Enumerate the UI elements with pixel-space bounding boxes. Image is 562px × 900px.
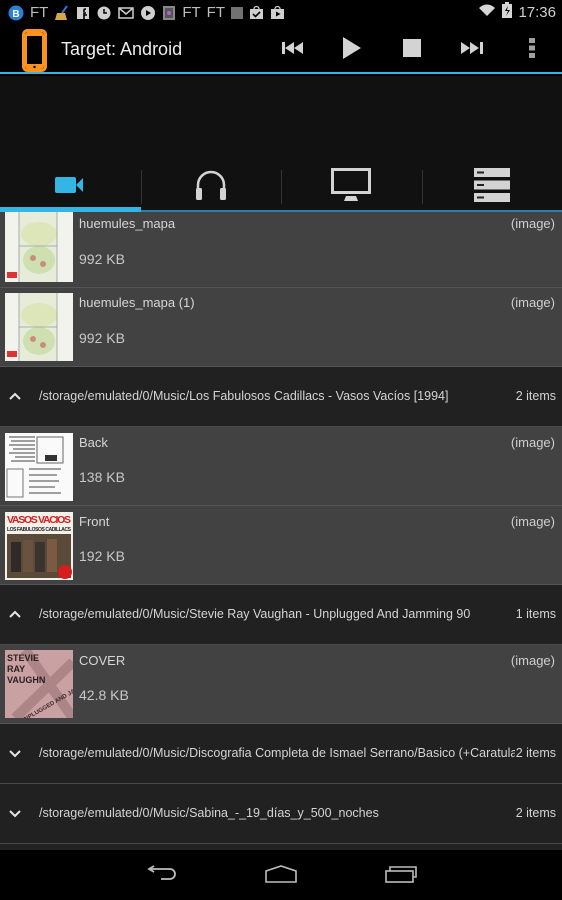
previous-button[interactable]: [275, 33, 311, 67]
folder-path: /storage/emulated/0/Music/Discografia Co…: [39, 746, 530, 760]
tab-storage[interactable]: [421, 164, 562, 212]
safe-icon: [162, 5, 176, 21]
folder-path: /storage/emulated/0/Music/Sabina_-_19_dí…: [39, 806, 379, 820]
item-name: COVER: [79, 653, 126, 668]
item-name: Back: [79, 435, 108, 450]
map-thumbnail: [5, 212, 73, 282]
barcode-icon: [231, 5, 243, 21]
tab-audio[interactable]: [140, 164, 281, 212]
overflow-menu-button[interactable]: [514, 33, 550, 67]
stop-button[interactable]: [394, 33, 430, 67]
server-storage-icon: [473, 167, 510, 207]
back-arrow-icon: [145, 864, 177, 888]
target-title[interactable]: Target: Android: [61, 39, 182, 60]
player-area: [0, 76, 562, 164]
album-title-text: VASOS VACIOS: [7, 514, 71, 526]
chevron-down-icon[interactable]: [8, 806, 22, 820]
status-bar: B FT FT FT 17:36: [0, 0, 562, 25]
svg-text:B: B: [12, 9, 19, 20]
skip-next-icon: [461, 41, 483, 60]
chevron-up-icon[interactable]: [8, 389, 22, 403]
media-list: huemules_mapa 992 KB (image) huemules_ma…: [0, 212, 562, 848]
play-store-icon: [270, 5, 285, 21]
shopping-bag-check-icon: [249, 5, 264, 21]
headphones-icon: [195, 169, 227, 206]
system-status: 17:36: [478, 0, 556, 25]
srv-line-3: VAUGHN: [7, 675, 45, 685]
chevron-down-icon[interactable]: [8, 746, 22, 760]
skip-previous-icon: [282, 41, 304, 60]
folder-item-count: 2 items: [514, 389, 556, 403]
item-size: 138 KB: [79, 469, 125, 485]
ft-icon: FT: [182, 3, 201, 21]
item-type: (image): [510, 435, 555, 450]
bitcoin-icon: B: [8, 5, 24, 21]
item-size: 42.8 KB: [79, 687, 129, 703]
list-item[interactable]: huemules_mapa (1) 992 KB (image): [0, 288, 562, 367]
stop-icon: [403, 38, 421, 62]
clock-icon: [96, 5, 112, 21]
item-type: (image): [510, 216, 555, 231]
folder-group-header[interactable]: /storage/emulated/0/Music/Sabina_-_19_dí…: [0, 784, 562, 844]
list-item[interactable]: Back 138 KB (image): [0, 427, 562, 506]
video-camera-icon: [55, 176, 85, 199]
item-size: 192 KB: [79, 548, 125, 564]
folder-path: /storage/emulated/0/Music/Stevie Ray Vau…: [39, 607, 471, 621]
home-button[interactable]: [261, 864, 301, 888]
action-bar: Target: Android: [0, 25, 562, 74]
srv-line-1: STEVIE: [7, 653, 39, 663]
album-artist-text: LOS FABULOSOS CADILLACS: [7, 527, 72, 533]
srv-cover-thumbnail: STEVIERAYVAUGHNUNPLUGGED AND JAMMING: [5, 650, 73, 718]
clock-time: 17:36: [518, 4, 556, 21]
tab-video[interactable]: [0, 164, 141, 212]
folder-group-header[interactable]: /storage/emulated/0/Music/Los Fabulosos …: [0, 367, 562, 427]
play-icon: [343, 36, 361, 64]
album-back-thumbnail: [5, 433, 73, 501]
folder-item-count: 1 items: [514, 607, 556, 621]
srv-line-2: RAY: [7, 664, 25, 674]
folder-group-header[interactable]: /storage/emulated/0/Music/Stevie Ray Vau…: [0, 585, 562, 645]
map-thumbnail: [5, 293, 73, 361]
list-item[interactable]: VASOS VACIOS LOS FABULOSOS CADILLACS Fron…: [0, 506, 562, 585]
ft-icon: FT: [30, 3, 49, 21]
play-circle-icon: [140, 5, 156, 21]
list-item[interactable]: huemules_mapa 992 KB (image): [0, 212, 562, 288]
item-name: Front: [79, 514, 110, 529]
play-button[interactable]: [334, 33, 370, 67]
recent-apps-icon: [384, 865, 418, 888]
home-icon: [264, 864, 298, 888]
back-button[interactable]: [141, 864, 181, 888]
list-item[interactable]: STEVIERAYVAUGHNUNPLUGGED AND JAMMING COV…: [0, 645, 562, 724]
folder-item-count: 2 items: [514, 746, 556, 760]
album-front-thumbnail: VASOS VACIOS LOS FABULOSOS CADILLACS: [5, 512, 73, 580]
media-tabs: [0, 164, 562, 212]
phone-device-icon[interactable]: [22, 29, 47, 72]
item-type: (image): [510, 653, 555, 668]
item-type: (image): [510, 514, 555, 529]
facebook-icon: [76, 5, 90, 21]
gmail-icon: [118, 5, 135, 21]
system-nav-bar: [0, 848, 562, 900]
wifi-icon: [478, 3, 496, 22]
item-size: 992 KB: [79, 251, 125, 267]
folder-group-header[interactable]: /storage/emulated/0/Music/Discografia Co…: [0, 724, 562, 784]
ft-icon: FT: [206, 3, 225, 21]
tab-screen[interactable]: [281, 164, 422, 212]
item-name: huemules_mapa: [79, 216, 176, 231]
chevron-up-icon[interactable]: [8, 607, 22, 621]
item-name: huemules_mapa (1): [79, 295, 195, 310]
folder-item-count: 2 items: [514, 806, 556, 820]
more-vert-icon: [529, 37, 535, 63]
notification-icons: B FT FT FT: [0, 5, 285, 21]
broom-icon: [54, 4, 70, 21]
item-size: 992 KB: [79, 330, 125, 346]
monitor-icon: [331, 167, 372, 207]
battery-charging-icon: [502, 2, 513, 23]
recent-apps-button[interactable]: [381, 864, 421, 888]
next-button[interactable]: [454, 33, 490, 67]
item-type: (image): [510, 295, 555, 310]
folder-path: /storage/emulated/0/Music/Los Fabulosos …: [39, 389, 449, 403]
